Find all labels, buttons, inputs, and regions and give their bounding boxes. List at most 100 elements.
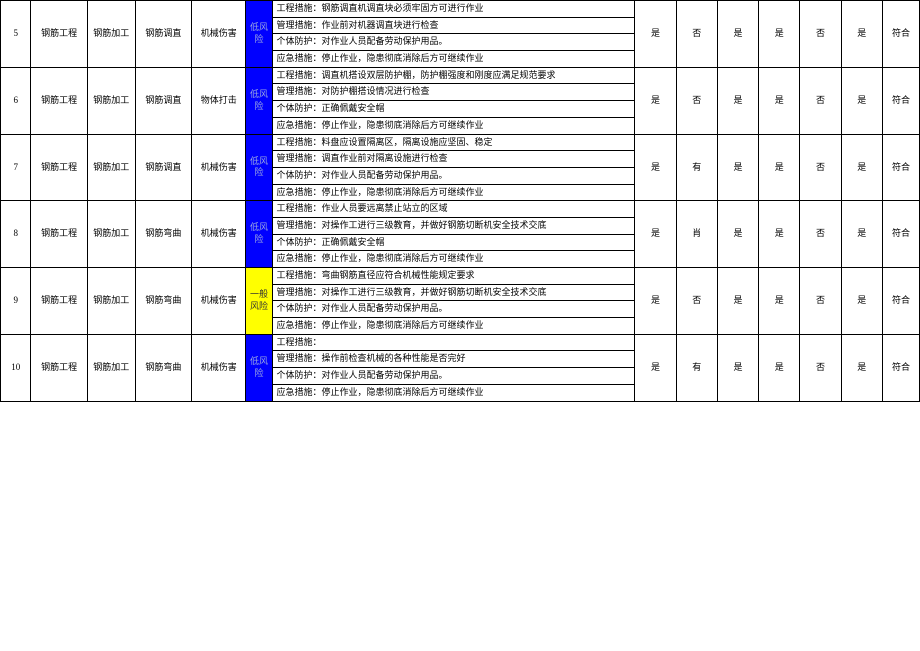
check-col-3: 是 (759, 268, 800, 335)
measure-mgmt: 管理措施：操作前检查机械的各种性能是否完好 (272, 351, 635, 368)
check-col-0: 是 (635, 334, 676, 401)
risk-level: 一般风险 (246, 268, 272, 335)
row-index: 5 (1, 1, 31, 68)
measure-emg: 应急措施：停止作业，隐患彻底消除后方可继续作业 (272, 117, 635, 134)
result: 符合 (882, 67, 919, 134)
check-col-3: 是 (759, 334, 800, 401)
check-col-0: 是 (635, 134, 676, 201)
sub-work: 钢筋加工 (87, 334, 135, 401)
measure-emg: 应急措施：停止作业，隐患彻底消除后方可继续作业 (272, 384, 635, 401)
row-index: 8 (1, 201, 31, 268)
measure-emg: 应急措施：停止作业，隐患彻底消除后方可继续作业 (272, 184, 635, 201)
measure-mgmt: 管理措施：对防护棚搭设情况进行检查 (272, 84, 635, 101)
risk-level: 低风险 (246, 201, 272, 268)
check-col-4: 否 (800, 67, 841, 134)
operation: 钢筋弯曲 (135, 268, 191, 335)
check-col-0: 是 (635, 1, 676, 68)
hazard-type: 机械伤害 (192, 134, 246, 201)
check-col-5: 是 (841, 334, 882, 401)
check-col-4: 否 (800, 1, 841, 68)
sub-work: 钢筋加工 (87, 67, 135, 134)
measure-ppe: 个体防护：对作业人员配备劳动保护用品。 (272, 167, 635, 184)
row-index: 10 (1, 334, 31, 401)
check-col-4: 否 (800, 268, 841, 335)
check-col-5: 是 (841, 201, 882, 268)
check-col-2: 是 (717, 134, 758, 201)
operation: 钢筋调直 (135, 67, 191, 134)
check-col-0: 是 (635, 201, 676, 268)
check-col-3: 是 (759, 1, 800, 68)
result: 符合 (882, 268, 919, 335)
check-col-2: 是 (717, 67, 758, 134)
row-index: 9 (1, 268, 31, 335)
risk-level: 低风险 (246, 1, 272, 68)
check-col-5: 是 (841, 134, 882, 201)
measure-mgmt: 管理措施：对操作工进行三级教育，并做好钢筋切断机安全技术交底 (272, 217, 635, 234)
check-col-1: 有 (676, 134, 717, 201)
check-col-1: 否 (676, 268, 717, 335)
row-index: 7 (1, 134, 31, 201)
measure-eng: 工程措施：弯曲钢筋直径应符合机械性能规定要求 (272, 268, 635, 285)
measure-ppe: 个体防护：正确佩戴安全帽 (272, 234, 635, 251)
risk-assessment-table: 5钢筋工程钢筋加工钢筋调直机械伤害低风险工程措施：钢筋调直机调直块必须牢固方可进… (0, 0, 920, 402)
check-col-3: 是 (759, 201, 800, 268)
measure-eng: 工程措施： (272, 334, 635, 351)
check-col-4: 否 (800, 334, 841, 401)
measure-ppe: 个体防护：对作业人员配备劳动保护用品。 (272, 301, 635, 318)
operation: 钢筋弯曲 (135, 334, 191, 401)
hazard-type: 机械伤害 (192, 1, 246, 68)
check-col-2: 是 (717, 334, 758, 401)
row-index: 6 (1, 67, 31, 134)
check-col-4: 否 (800, 201, 841, 268)
sub-work: 钢筋加工 (87, 134, 135, 201)
check-col-2: 是 (717, 201, 758, 268)
operation: 钢筋调直 (135, 1, 191, 68)
result: 符合 (882, 1, 919, 68)
work-type: 钢筋工程 (31, 67, 87, 134)
measure-mgmt: 管理措施：对操作工进行三级教育，并做好钢筋切断机安全技术交底 (272, 284, 635, 301)
measure-mgmt: 管理措施：调直作业前对隔离设施进行检查 (272, 151, 635, 168)
check-col-3: 是 (759, 134, 800, 201)
work-type: 钢筋工程 (31, 201, 87, 268)
sub-work: 钢筋加工 (87, 201, 135, 268)
measure-ppe: 个体防护：对作业人员配备劳动保护用品。 (272, 34, 635, 51)
work-type: 钢筋工程 (31, 334, 87, 401)
risk-level: 低风险 (246, 334, 272, 401)
hazard-type: 物体打击 (192, 67, 246, 134)
check-col-0: 是 (635, 67, 676, 134)
result: 符合 (882, 201, 919, 268)
risk-level: 低风险 (246, 134, 272, 201)
measure-emg: 应急措施：停止作业，隐患彻底消除后方可继续作业 (272, 251, 635, 268)
risk-level: 低风险 (246, 67, 272, 134)
operation: 钢筋弯曲 (135, 201, 191, 268)
operation: 钢筋调直 (135, 134, 191, 201)
check-col-2: 是 (717, 268, 758, 335)
measure-ppe: 个体防护：正确佩戴安全帽 (272, 101, 635, 118)
result: 符合 (882, 334, 919, 401)
measure-eng: 工程措施：调直机搭设双层防护棚，防护棚强度和刚度应满足规范要求 (272, 67, 635, 84)
check-col-5: 是 (841, 67, 882, 134)
hazard-type: 机械伤害 (192, 334, 246, 401)
measure-mgmt: 管理措施：作业前对机器调直块进行检查 (272, 17, 635, 34)
hazard-type: 机械伤害 (192, 268, 246, 335)
sub-work: 钢筋加工 (87, 1, 135, 68)
check-col-1: 有 (676, 334, 717, 401)
measure-ppe: 个体防护：对作业人员配备劳动保护用品。 (272, 368, 635, 385)
check-col-4: 否 (800, 134, 841, 201)
sub-work: 钢筋加工 (87, 268, 135, 335)
check-col-0: 是 (635, 268, 676, 335)
measure-eng: 工程措施：作业人员要远离禁止站立的区域 (272, 201, 635, 218)
work-type: 钢筋工程 (31, 134, 87, 201)
check-col-1: 否 (676, 1, 717, 68)
work-type: 钢筋工程 (31, 268, 87, 335)
result: 符合 (882, 134, 919, 201)
check-col-1: 否 (676, 67, 717, 134)
check-col-2: 是 (717, 1, 758, 68)
check-col-5: 是 (841, 268, 882, 335)
check-col-1: 肖 (676, 201, 717, 268)
work-type: 钢筋工程 (31, 1, 87, 68)
measure-emg: 应急措施：停止作业，隐患彻底消除后方可继续作业 (272, 318, 635, 335)
measure-eng: 工程措施：钢筋调直机调直块必须牢固方可进行作业 (272, 1, 635, 18)
check-col-5: 是 (841, 1, 882, 68)
measure-emg: 应急措施：停止作业，隐患彻底消除后方可继续作业 (272, 51, 635, 68)
